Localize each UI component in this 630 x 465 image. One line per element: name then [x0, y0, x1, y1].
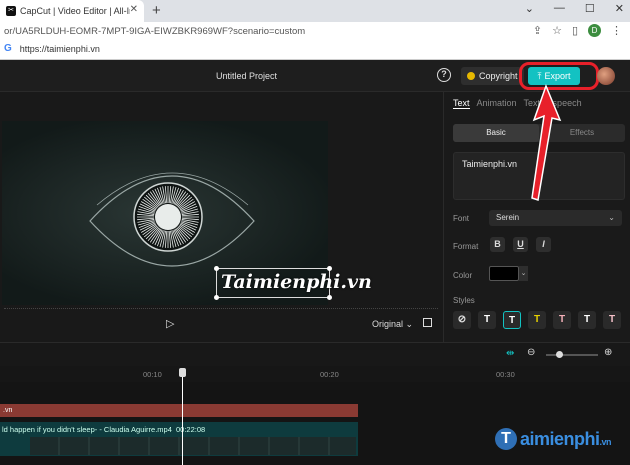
color-label: Color — [453, 271, 473, 280]
playhead-handle[interactable] — [179, 368, 186, 377]
video-clip-label: ld happen if you didn't sleep- - Claudia… — [2, 425, 172, 434]
tick-label: 00:10 — [143, 370, 162, 379]
chevron-down-icon[interactable]: ⌄ — [519, 266, 528, 281]
watermark-brand: aimienphi.vn — [520, 428, 612, 449]
style-option[interactable]: T — [553, 311, 571, 329]
chevron-down-icon: ⌄ — [608, 213, 615, 222]
fullscreen-icon[interactable] — [423, 318, 432, 327]
play-icon[interactable]: ▷ — [166, 317, 174, 330]
font-value: Serein — [496, 213, 520, 222]
video-thumbnails — [30, 437, 356, 455]
profile-avatar[interactable]: D — [588, 24, 601, 37]
ratio-label: Original — [372, 319, 404, 329]
bold-button[interactable]: B — [490, 237, 505, 252]
google-icon[interactable]: G — [4, 43, 12, 54]
share-icon[interactable]: ⇪ — [533, 24, 542, 37]
style-option[interactable]: T — [603, 311, 621, 329]
resize-handle[interactable] — [327, 266, 332, 271]
star-icon[interactable]: ☆ — [552, 24, 562, 37]
zoom-in-icon[interactable]: ⊕ — [604, 347, 612, 358]
chevron-down-icon[interactable]: ⌄ — [525, 2, 534, 15]
help-icon[interactable]: ? — [437, 68, 451, 82]
url-field[interactable]: or/UA5RLDUH-EOMR-7MPT-9IGA-EIWZBKR969WF?… — [4, 26, 305, 37]
color-swatch[interactable] — [489, 266, 519, 281]
bookmark-row: G https://taimienphi.vn — [4, 43, 100, 54]
preview-area: Taimienphi.vn ▷ Original ⌄ — [0, 92, 443, 342]
overlay-text: Taimienphi.vn — [221, 271, 372, 293]
styles-label: Styles — [453, 296, 475, 305]
playhead[interactable] — [182, 368, 183, 465]
close-window-icon[interactable]: ✕ — [615, 2, 624, 15]
minimize-icon[interactable]: — — [554, 2, 565, 15]
tick-label: 00:20 — [320, 370, 339, 379]
video-clip[interactable]: ld happen if you didn't sleep- - Claudia… — [0, 422, 358, 456]
zoom-slider-knob[interactable] — [556, 351, 563, 358]
project-title[interactable]: Untitled Project — [216, 71, 277, 81]
video-clip-duration: 00:22:08 — [176, 425, 206, 434]
copyright-status-icon — [467, 72, 475, 80]
zoom-slider[interactable] — [546, 354, 598, 356]
address-bar: or/UA5RLDUH-EOMR-7MPT-9IGA-EIWZBKR969WF?… — [0, 22, 630, 60]
tab-text[interactable]: Text — [453, 98, 470, 109]
style-option[interactable]: T — [478, 311, 496, 329]
user-avatar[interactable] — [597, 67, 615, 85]
browser-actions: ⇪ ☆ ▯ D ⋮ — [533, 24, 622, 37]
resize-handle[interactable] — [327, 295, 332, 300]
new-tab-button[interactable]: + — [152, 2, 161, 19]
italic-button[interactable]: I — [536, 237, 551, 252]
format-label: Format — [453, 242, 479, 251]
font-label: Font — [453, 214, 470, 223]
browser-tab[interactable]: ✂ CapCut | Video Editor | All-In-One ✕ — [0, 0, 144, 22]
font-select[interactable]: Serein ⌄ — [489, 210, 622, 226]
text-overlay[interactable]: Taimienphi.vn — [214, 266, 372, 300]
sidebar-icon[interactable]: ▯ — [572, 24, 578, 37]
resize-handle[interactable] — [214, 295, 219, 300]
zoom-out-icon[interactable]: ⊖ — [527, 347, 535, 358]
style-option-selected[interactable]: T — [503, 311, 521, 329]
underline-button[interactable]: U — [513, 237, 528, 252]
progress-line[interactable] — [4, 308, 438, 309]
style-none[interactable]: ⊘ — [453, 311, 471, 329]
window-controls: ⌄ — ☐ ✕ — [525, 2, 624, 15]
ratio-select[interactable]: Original ⌄ — [372, 319, 413, 330]
bookmark-link[interactable]: https://taimienphi.vn — [20, 44, 100, 54]
timeline-toolbar: ⇹ ⊖ ⊕ — [0, 342, 630, 366]
timeline-ruler[interactable]: 00:10 00:20 00:30 — [0, 366, 630, 382]
resize-handle[interactable] — [214, 266, 219, 271]
tick-label: 00:30 — [496, 370, 515, 379]
copyright-label: Copyright — [479, 71, 518, 81]
tab-animation[interactable]: Animation — [477, 98, 517, 109]
style-option[interactable]: T — [578, 311, 596, 329]
maximize-icon[interactable]: ☐ — [585, 2, 595, 15]
browser-tab-bar: ✂ CapCut | Video Editor | All-In-One ✕ +… — [0, 0, 630, 22]
watermark-logo: T — [495, 428, 517, 450]
capcut-favicon-icon: ✂ — [6, 6, 16, 16]
text-clip[interactable]: .vn — [0, 404, 358, 417]
close-tab-icon[interactable]: ✕ — [130, 4, 138, 15]
menu-dots-icon[interactable]: ⋮ — [611, 24, 622, 37]
style-option[interactable]: T — [528, 311, 546, 329]
copyright-button[interactable]: Copyright — [461, 67, 524, 85]
timeline-tracks: .vn ld happen if you didn't sleep- - Cla… — [0, 382, 630, 465]
split-icon[interactable]: ⇹ — [506, 348, 514, 359]
video-canvas[interactable]: Taimienphi.vn — [2, 121, 372, 305]
watermark: T aimienphi.vn — [495, 428, 612, 450]
tab-title: CapCut | Video Editor | All-In-One — [20, 6, 130, 16]
annotation-arrow — [531, 84, 562, 201]
